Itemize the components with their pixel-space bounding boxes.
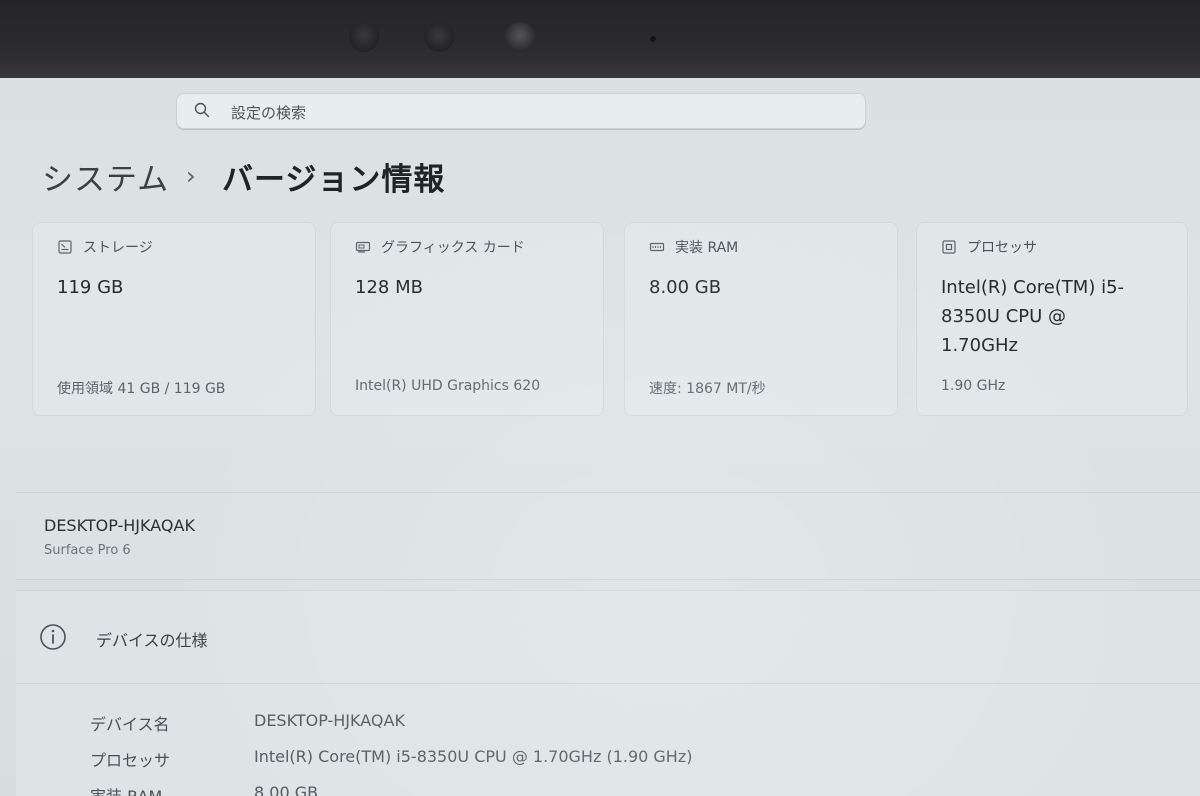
- info-icon: [40, 624, 66, 650]
- device-rename-panel[interactable]: DESKTOP-HJKAQAK Surface Pro 6: [16, 492, 1200, 580]
- storage-icon: [58, 240, 72, 254]
- spec-value: 8.00 GB: [254, 783, 319, 796]
- camera-indicator-icon: [650, 36, 656, 42]
- spec-key: デバイス名: [90, 715, 170, 734]
- device-specs-header[interactable]: デバイスの仕様: [16, 591, 1200, 684]
- settings-window: 設定の検索 システム › バージョン情報 ストレージ 119 GB 使用領域 4…: [0, 78, 1200, 796]
- card-value: 119 GB: [57, 277, 124, 298]
- breadcrumb-parent[interactable]: システム: [42, 154, 169, 199]
- memory-icon: [649, 242, 665, 252]
- memory-card[interactable]: 実装 RAM 8.00 GB 速度: 1867 MT/秒: [624, 222, 898, 416]
- spec-key: 実装 RAM: [90, 783, 240, 796]
- page-title: バージョン情報: [222, 162, 446, 198]
- card-detail: 1.90 GHz: [941, 378, 1006, 394]
- processor-card[interactable]: プロセッサ Intel(R) Core(TM) i5-8350U CPU @ 1…: [916, 222, 1188, 416]
- spec-key: プロセッサ: [90, 751, 171, 770]
- camera-icon: [505, 22, 535, 52]
- sensor-icon: [424, 22, 454, 52]
- device-specs-title: デバイスの仕様: [96, 631, 208, 650]
- spec-value: Intel(R) Core(TM) i5-8350U CPU @ 1.70GHz…: [254, 747, 693, 766]
- search-box[interactable]: 設定の検索: [176, 93, 866, 129]
- card-value: Intel(R) Core(TM) i5-8350U CPU @ 1.70GHz: [941, 277, 1125, 356]
- card-detail: 使用領域 41 GB / 119 GB: [57, 381, 226, 397]
- spec-value: DESKTOP-HJKAQAK: [254, 711, 405, 730]
- storage-card[interactable]: ストレージ 119 GB 使用領域 41 GB / 119 GB: [32, 222, 316, 416]
- device-specs-section: デバイスの仕様 デバイス名 DESKTOP-HJKAQAK プロセッサ Inte…: [16, 590, 1200, 796]
- card-label: ストレージ: [83, 240, 153, 256]
- card-label: グラフィックス カード: [381, 240, 525, 256]
- device-name: DESKTOP-HJKAQAK: [44, 516, 195, 535]
- sensor-icon: [349, 22, 379, 52]
- card-label: 実装 RAM: [675, 240, 739, 256]
- search-icon: [194, 102, 210, 118]
- breadcrumb-separator: ›: [186, 162, 197, 190]
- search-input[interactable]: 設定の検索: [231, 102, 306, 123]
- graphics-card-icon: [355, 241, 371, 253]
- card-value: 8.00 GB: [649, 277, 722, 298]
- device-bezel: [0, 0, 1200, 82]
- graphics-card-card[interactable]: グラフィックス カード 128 MB Intel(R) UHD Graphics…: [330, 222, 604, 416]
- card-label: プロセッサ: [967, 240, 1037, 256]
- device-model: Surface Pro 6: [44, 543, 131, 558]
- card-value: 128 MB: [355, 277, 423, 298]
- processor-icon: [942, 240, 956, 254]
- card-detail: 速度: 1867 MT/秒: [649, 381, 766, 397]
- card-detail: Intel(R) UHD Graphics 620: [355, 378, 541, 394]
